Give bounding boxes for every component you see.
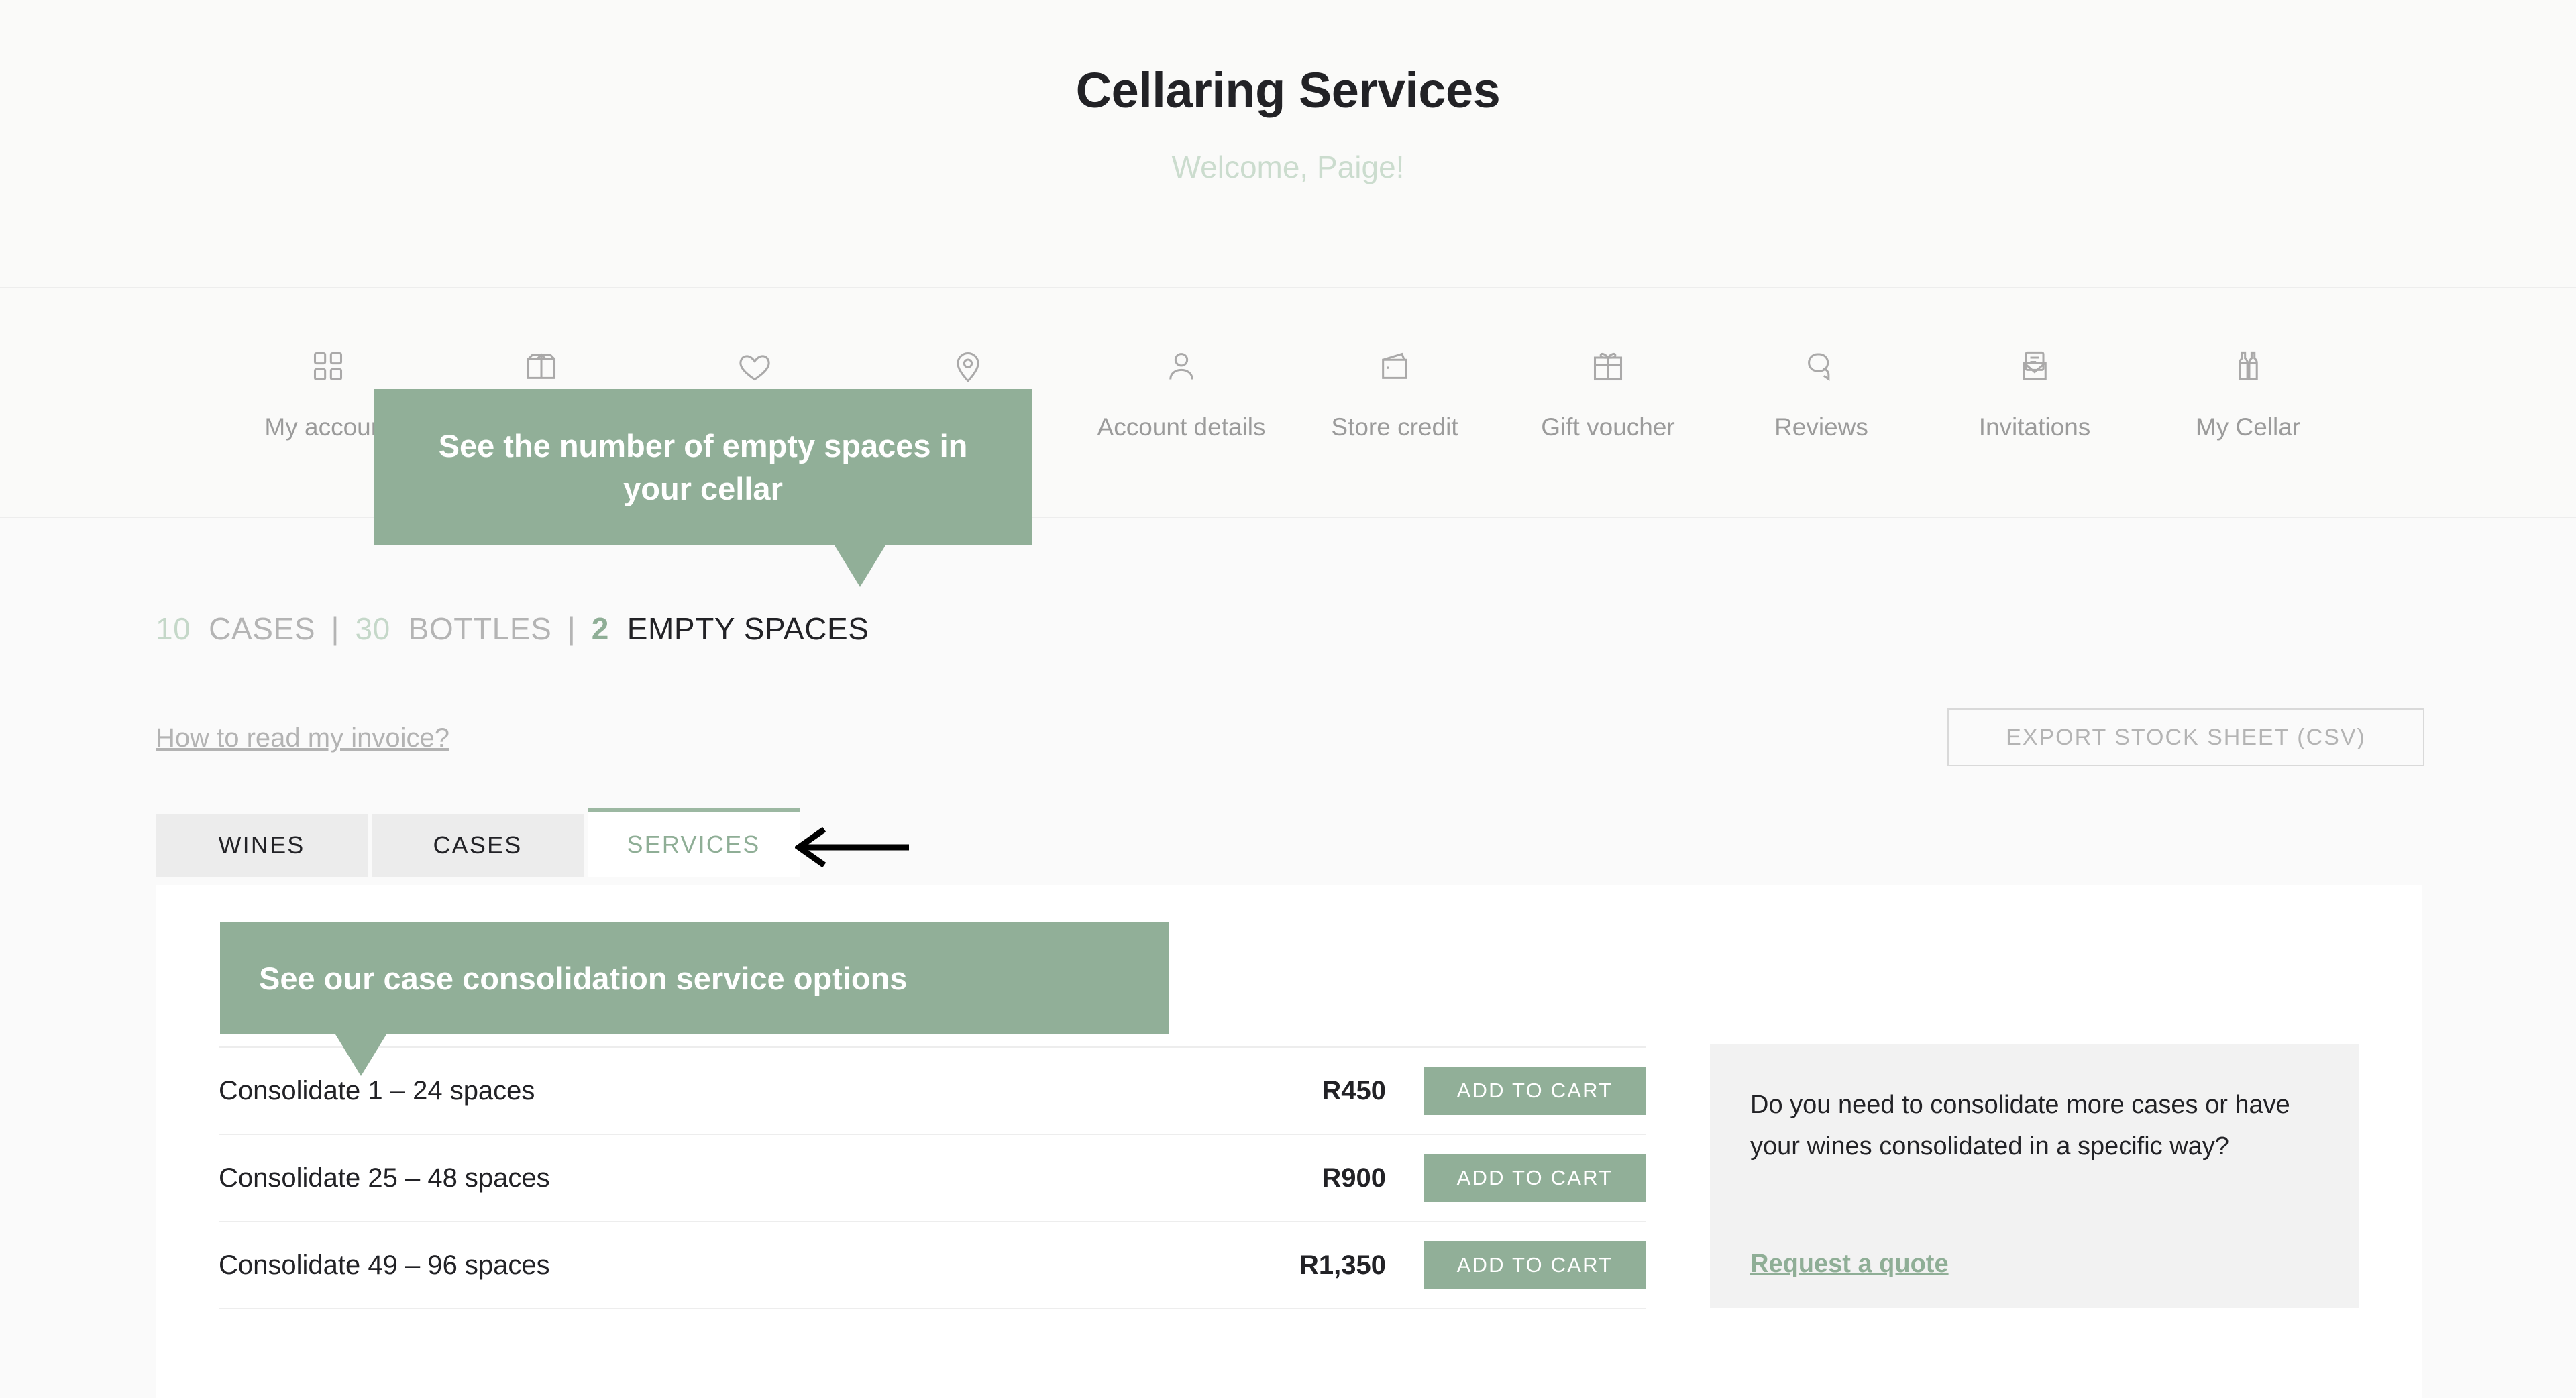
tab-cases[interactable]: CASES (372, 814, 584, 877)
empty-spaces-count: 2 (591, 611, 609, 646)
nav-label: My account (264, 413, 392, 441)
table-row: Consolidate 1 – 24 spaces R450 ADD TO CA… (219, 1046, 1646, 1134)
export-stock-sheet-button[interactable]: EXPORT STOCK SHEET (CSV) (1947, 708, 2424, 766)
nav-item-gift-voucher[interactable]: Gift voucher (1501, 288, 1715, 441)
service-price: R1,350 (1299, 1250, 1386, 1280)
cellar-tabs: WINES CASES SERVICES (156, 808, 804, 877)
cases-count: 10 (156, 611, 191, 646)
wine-bottles-icon (2231, 349, 2265, 384)
nav-item-account-details[interactable]: Account details (1075, 288, 1288, 441)
heart-icon (737, 349, 772, 384)
grid-icon (311, 349, 345, 384)
welcome-message: Welcome, Paige! (1171, 150, 1405, 184)
service-price: R450 (1322, 1075, 1386, 1106)
stat-separator-2: | (567, 611, 576, 646)
service-price: R900 (1322, 1163, 1386, 1193)
tooltip-tail (835, 545, 885, 587)
how-to-read-invoice-link[interactable]: How to read my invoice? (156, 723, 449, 753)
nav-label: Invitations (1978, 413, 2091, 441)
tooltip-services: See our case consolidation service optio… (220, 922, 1169, 1076)
nav-label: Reviews (1774, 413, 1868, 441)
nav-item-invitations[interactable]: Invitations (1928, 288, 2141, 441)
consolidation-service-list: Consolidate 1 – 24 spaces R450 ADD TO CA… (219, 1046, 1646, 1309)
chat-bubble-icon (1804, 349, 1839, 384)
nav-item-store-credit[interactable]: Store credit (1288, 288, 1501, 441)
tab-services[interactable]: SERVICES (588, 808, 800, 877)
tab-wines[interactable]: WINES (156, 814, 368, 877)
box-icon (524, 349, 559, 384)
envelope-icon (2017, 349, 2052, 384)
nav-item-my-cellar[interactable]: My Cellar (2141, 288, 2355, 441)
page-title: Cellaring Services (1075, 62, 1501, 118)
table-row: Consolidate 49 – 96 spaces R1,350 ADD TO… (219, 1221, 1646, 1309)
cellaring-services-page: Cellaring Services Welcome, Paige! My ac… (0, 0, 2576, 1398)
request-a-quote-link[interactable]: Request a quote (1750, 1250, 1949, 1279)
service-name: Consolidate 1 – 24 spaces (219, 1075, 535, 1106)
quote-info-text: Do you need to consolidate more cases or… (1750, 1091, 2290, 1161)
quote-info-panel: Do you need to consolidate more cases or… (1710, 1044, 2359, 1308)
tooltip-tail (335, 1034, 386, 1076)
tooltip-text: See our case consolidation service optio… (259, 960, 908, 996)
bottles-count: 30 (355, 611, 390, 646)
add-to-cart-button[interactable]: ADD TO CART (1424, 1067, 1646, 1115)
add-to-cart-button[interactable]: ADD TO CART (1424, 1154, 1646, 1202)
services-tab-pointer-arrow (794, 826, 912, 868)
page-header: Cellaring Services Welcome, Paige! (0, 0, 2576, 287)
nav-label: My Cellar (2195, 413, 2301, 441)
nav-label: Gift voucher (1541, 413, 1675, 441)
gift-icon (1591, 349, 1625, 384)
tooltip-text: See the number of empty spaces in your c… (438, 428, 968, 506)
wallet-icon (1377, 349, 1412, 384)
nav-item-reviews[interactable]: Reviews (1715, 288, 1928, 441)
tooltip-empty-spaces: See the number of empty spaces in your c… (374, 389, 1032, 587)
nav-label: Store credit (1331, 413, 1458, 441)
service-name: Consolidate 49 – 96 spaces (219, 1250, 550, 1280)
service-name: Consolidate 25 – 48 spaces (219, 1163, 550, 1193)
bottles-label: BOTTLES (408, 611, 552, 646)
cellar-stats: 10 CASES | 30 BOTTLES | 2 EMPTY SPACES (156, 610, 869, 647)
stat-separator-1: | (331, 611, 340, 646)
person-icon (1164, 349, 1199, 384)
add-to-cart-button[interactable]: ADD TO CART (1424, 1241, 1646, 1289)
location-pin-icon (951, 349, 985, 384)
nav-label: Account details (1097, 413, 1266, 441)
cases-label: CASES (209, 611, 316, 646)
empty-spaces-label: EMPTY SPACES (627, 611, 869, 646)
table-row: Consolidate 25 – 48 spaces R900 ADD TO C… (219, 1134, 1646, 1221)
